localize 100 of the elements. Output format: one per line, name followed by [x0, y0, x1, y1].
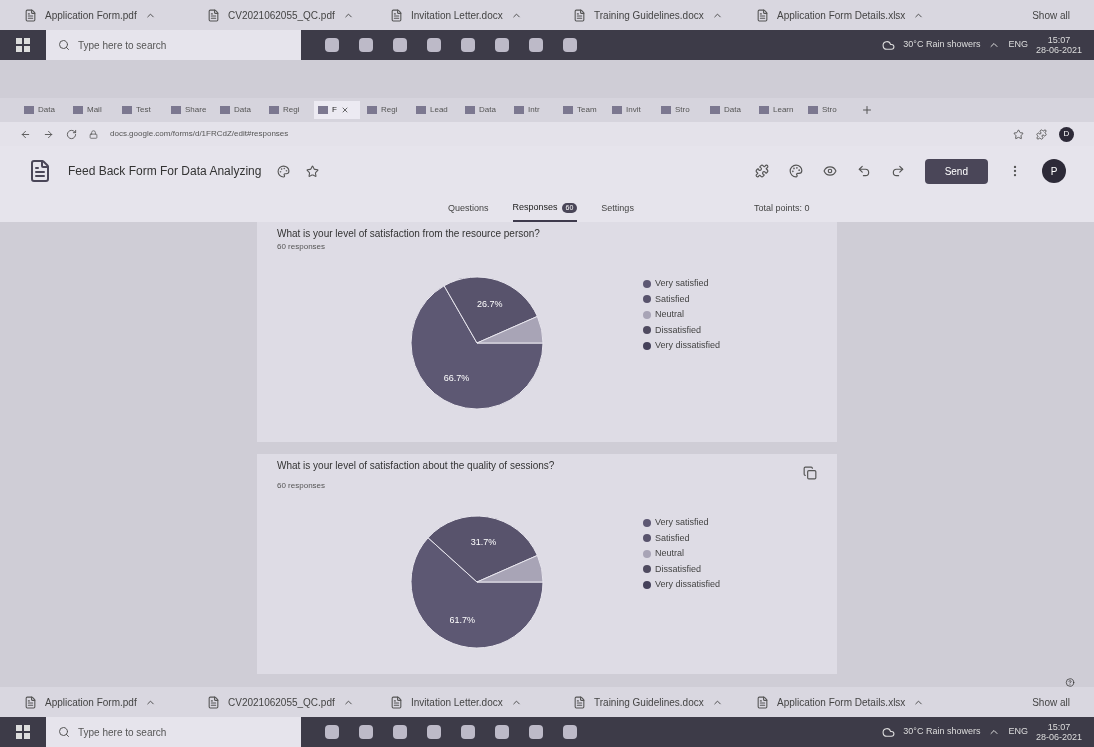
undo-icon[interactable] — [856, 164, 871, 178]
download-item[interactable]: CV2021062055_QC.pdf — [207, 7, 382, 23]
preview-icon[interactable] — [822, 164, 837, 178]
form-title: Feed Back Form For Data Analyzing — [68, 163, 262, 180]
legend-label: Satisfied — [655, 292, 690, 306]
download-item[interactable]: Application Form Details.xlsx — [756, 7, 931, 23]
browser-tab[interactable]: Share — [167, 101, 213, 119]
taskbar-app-icon[interactable] — [529, 725, 543, 739]
download-item[interactable]: Application Form.pdf — [24, 694, 199, 710]
star-icon[interactable] — [306, 164, 320, 178]
taskbar-app-icon[interactable] — [461, 38, 475, 52]
taskbar-app-icon[interactable] — [563, 38, 577, 52]
taskbar-app-icon[interactable] — [563, 725, 577, 739]
browser-tab[interactable]: Regi — [363, 101, 409, 119]
search-field[interactable]: Type here to search — [46, 717, 301, 747]
search-field[interactable]: Type here to search — [46, 30, 301, 60]
browser-tab[interactable]: Regi — [265, 101, 311, 119]
file-icon — [756, 8, 769, 22]
browser-tab[interactable]: Data — [20, 101, 66, 119]
slice-label: 31.7% — [470, 536, 497, 547]
question-title: What is your level of satisfaction from the resource person? — [277, 227, 540, 241]
file-name: CV2021062055_QC.pdf — [228, 695, 335, 710]
start-icon[interactable] — [16, 38, 30, 52]
browser-tab[interactable]: Team — [559, 101, 605, 119]
taskbar-app-icon[interactable] — [325, 725, 339, 739]
download-item[interactable]: Training Guidelines.docx — [573, 694, 748, 710]
palette-icon[interactable] — [788, 164, 803, 178]
palette-icon[interactable] — [277, 164, 291, 178]
send-button[interactable]: Send — [924, 158, 988, 184]
clock-time: 15:07 — [1047, 35, 1071, 45]
profile-avatar[interactable]: D — [1059, 126, 1074, 142]
browser-tab[interactable]: F — [314, 101, 360, 119]
response-count: 60 responses — [277, 480, 327, 492]
download-item[interactable]: Invitation Letter.docx — [390, 7, 565, 23]
tab-favicon-icon — [416, 106, 426, 114]
tab-favicon-icon — [710, 106, 720, 114]
forward-icon[interactable] — [43, 128, 54, 140]
browser-tab[interactable]: Intr — [510, 101, 556, 119]
browser-tab[interactable]: Data — [461, 101, 507, 119]
legend-label: Very dissatisfied — [655, 578, 721, 591]
reload-icon[interactable] — [66, 128, 77, 140]
taskbar-app-icon[interactable] — [359, 38, 373, 52]
taskbar-app-icon[interactable] — [427, 38, 441, 52]
tab-favicon-icon — [122, 106, 132, 114]
clock-time: 15:07 — [1047, 722, 1071, 732]
legend-label: Very dissatisfied — [655, 339, 721, 352]
browser-tab[interactable]: Lead — [412, 101, 458, 119]
url-field[interactable]: docs.google.com/forms/d/1FRCdZ/edit#responses — [110, 128, 1001, 140]
extensions-icon[interactable] — [1036, 128, 1047, 140]
back-icon[interactable] — [20, 128, 31, 140]
form-tab[interactable]: Questions — [448, 196, 489, 222]
file-icon — [207, 695, 220, 709]
browser-tab[interactable]: Stro — [804, 101, 850, 119]
weather-icon — [882, 38, 896, 52]
download-item[interactable]: Application Form.pdf — [24, 7, 199, 23]
taskbar-app-icon[interactable] — [359, 725, 373, 739]
browser-tab[interactable]: Data — [216, 101, 262, 119]
taskbar-app-icon[interactable] — [427, 725, 441, 739]
taskbar-app-icon[interactable] — [393, 38, 407, 52]
taskbar-app-icon[interactable] — [461, 725, 475, 739]
taskbar-app-icon[interactable] — [325, 38, 339, 52]
language-text: ENG — [1008, 725, 1028, 739]
browser-tab[interactable]: Invit — [608, 101, 654, 119]
download-item[interactable]: CV2021062055_QC.pdf — [207, 694, 382, 710]
taskbar-app-icon[interactable] — [495, 38, 509, 52]
clock-date: 28-06-2021 — [1035, 732, 1082, 742]
copy-icon[interactable] — [803, 466, 817, 480]
file-name: CV2021062055_QC.pdf — [228, 8, 335, 23]
show-all-link[interactable]: Show all — [1032, 7, 1070, 23]
start-icon[interactable] — [16, 725, 30, 739]
browser-tab[interactable]: Test — [118, 101, 164, 119]
account-avatar[interactable]: P — [1042, 159, 1066, 183]
weather-icon — [882, 725, 896, 739]
taskbar-app-icon[interactable] — [529, 38, 543, 52]
download-item[interactable]: Application Form Details.xlsx — [756, 694, 931, 710]
show-all-link[interactable]: Show all — [1032, 694, 1070, 710]
bookmark-icon[interactable] — [1013, 128, 1024, 140]
weather-text: 30°C Rain showers — [903, 38, 981, 52]
addon-icon[interactable] — [754, 164, 769, 178]
taskbar-app-icon[interactable] — [495, 725, 509, 739]
taskbar-app-icon[interactable] — [393, 725, 407, 739]
legend-label: Neutral — [655, 547, 684, 560]
form-tab[interactable]: Settings — [601, 196, 634, 222]
browser-tab[interactable]: Mail — [69, 101, 115, 119]
browser-tab[interactable]: Data — [706, 101, 752, 119]
new-tab-icon[interactable] — [861, 104, 873, 116]
close-icon[interactable] — [340, 106, 349, 114]
legend-label: Satisfied — [655, 531, 690, 545]
redo-icon[interactable] — [890, 164, 905, 178]
download-item[interactable]: Training Guidelines.docx — [573, 7, 748, 23]
file-name: Training Guidelines.docx — [594, 8, 704, 23]
tab-favicon-icon — [563, 106, 573, 114]
download-item[interactable]: Invitation Letter.docx — [390, 694, 565, 710]
browser-tab[interactable]: Stro — [657, 101, 703, 119]
browser-tab[interactable]: Learn — [755, 101, 801, 119]
search-icon — [58, 39, 70, 51]
file-icon — [573, 695, 586, 709]
file-name: Application Form.pdf — [45, 695, 137, 710]
legend-label: Dissatisfied — [655, 323, 701, 337]
tab-favicon-icon — [759, 106, 769, 114]
